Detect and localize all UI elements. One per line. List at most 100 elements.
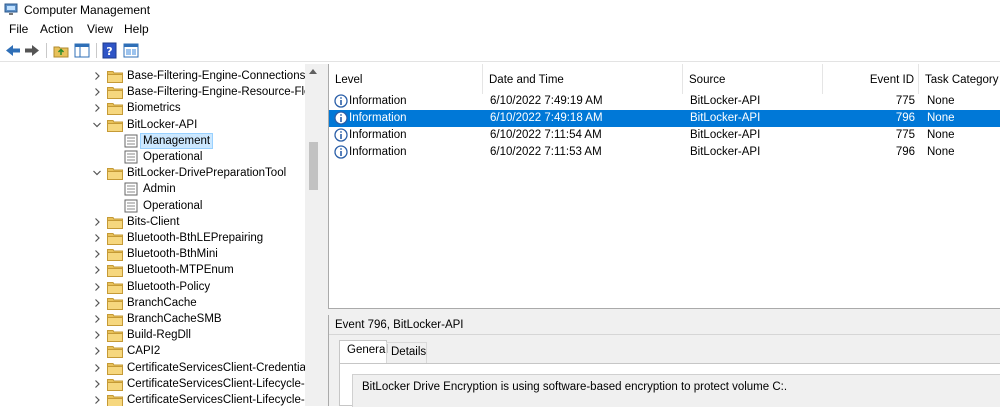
menu-action[interactable]: Action xyxy=(40,22,73,36)
tree-item[interactable]: Bluetooth-BthLEPrepairing xyxy=(0,230,305,246)
chevron-right-icon[interactable] xyxy=(92,395,102,405)
information-icon xyxy=(334,145,348,159)
tree-item[interactable]: Bluetooth-MTPEnum xyxy=(0,262,305,278)
event-description: BitLocker Drive Encryption is using soft… xyxy=(362,381,788,393)
tree-item[interactable]: BranchCache xyxy=(0,295,305,311)
toolbar: ? xyxy=(0,39,1000,62)
tree-item[interactable]: Bluetooth-BthMini xyxy=(0,246,305,262)
tree-item-label: BitLocker-API xyxy=(127,118,198,131)
folder-icon xyxy=(107,87,123,100)
show-hide-tree-icon[interactable] xyxy=(73,42,91,59)
chevron-right-icon[interactable] xyxy=(92,346,102,356)
chevron-right-icon[interactable] xyxy=(92,71,102,81)
event-source: BitLocker-API xyxy=(690,112,761,124)
chevron-right-icon[interactable] xyxy=(92,330,102,340)
tree-item-label: Management xyxy=(139,132,214,149)
tree-item-label: Build-RegDll xyxy=(127,329,191,342)
menu-file[interactable]: File xyxy=(9,22,28,36)
event-row[interactable]: Information 6/10/2022 7:49:19 AM BitLocker… xyxy=(329,93,1000,110)
information-icon xyxy=(334,111,348,125)
tree-item[interactable]: Operational xyxy=(0,149,305,165)
event-source: BitLocker-API xyxy=(690,129,761,141)
event-date-time: 6/10/2022 7:11:54 AM xyxy=(490,129,602,141)
chevron-right-icon[interactable] xyxy=(92,249,102,259)
tree-item[interactable]: CertificateServicesClient-CredentialRo xyxy=(0,360,321,376)
tree-item[interactable]: Bits-Client xyxy=(0,214,305,230)
menu-view[interactable]: View xyxy=(87,22,113,36)
tree-item[interactable]: Bluetooth-Policy xyxy=(0,279,305,295)
column-source[interactable]: Source xyxy=(683,64,823,94)
folder-icon xyxy=(107,297,123,310)
tree-item-label: BranchCacheSMB xyxy=(127,313,222,325)
tree-item-label: CertificateServicesClient-Lifecycle-Us xyxy=(127,394,319,406)
tree-item[interactable]: CAPI2 xyxy=(0,343,305,359)
chevron-right-icon[interactable] xyxy=(92,217,102,227)
tree-item[interactable]: BitLocker-API xyxy=(0,117,305,133)
chevron-right-icon[interactable] xyxy=(92,282,102,292)
column-date-time[interactable]: Date and Time xyxy=(483,64,683,94)
menu-help[interactable]: Help xyxy=(124,22,149,36)
tree-item-label: BranchCache xyxy=(127,296,197,309)
toolbar-separator xyxy=(46,43,47,58)
chevron-right-icon[interactable] xyxy=(92,298,102,308)
chevron-right-icon[interactable] xyxy=(92,265,102,275)
chevron-down-icon[interactable] xyxy=(92,120,102,130)
chevron-down-icon[interactable] xyxy=(92,168,102,178)
tree-item[interactable]: CertificateServicesClient-Lifecycle-Us xyxy=(0,392,319,406)
event-log-icon xyxy=(124,199,138,213)
tree-item-label: Base-Filtering-Engine-Connections xyxy=(127,70,306,82)
event-source: BitLocker-API xyxy=(690,95,761,107)
tree-scrollbar[interactable] xyxy=(305,64,322,406)
folder-icon xyxy=(107,281,123,294)
up-folder-icon[interactable] xyxy=(52,42,70,59)
scroll-up-arrow-icon[interactable] xyxy=(309,69,317,74)
column-event-id[interactable]: Event ID xyxy=(823,64,919,94)
event-log-icon xyxy=(124,150,138,164)
tree-item[interactable]: Build-RegDll xyxy=(0,327,305,343)
folder-icon xyxy=(107,378,123,391)
event-row[interactable]: Information 6/10/2022 7:11:53 AM BitLocker… xyxy=(329,144,1000,161)
help-icon[interactable]: ? xyxy=(101,42,119,59)
tab-general[interactable]: General xyxy=(339,340,388,363)
chevron-right-icon[interactable] xyxy=(92,363,102,373)
tree-item[interactable]: Base-Filtering-Engine-Resource-Flow xyxy=(0,84,319,100)
properties-icon[interactable] xyxy=(122,42,140,59)
tree-item[interactable]: Operational xyxy=(0,198,305,214)
chevron-right-icon[interactable] xyxy=(92,87,102,97)
event-log-icon xyxy=(124,182,138,196)
tree-item[interactable]: Biometrics xyxy=(0,100,305,116)
chevron-right-icon[interactable] xyxy=(92,103,102,113)
event-row[interactable]: Information 6/10/2022 7:49:18 AM BitLocker… xyxy=(329,110,1000,127)
scrollbar-thumb[interactable] xyxy=(309,142,318,190)
information-icon xyxy=(334,94,348,108)
chevron-right-icon[interactable] xyxy=(92,379,102,389)
window-title: Computer Management xyxy=(24,3,151,17)
tree-item[interactable]: Management xyxy=(0,132,305,149)
folder-icon xyxy=(107,119,123,132)
chevron-right-icon[interactable] xyxy=(92,233,102,243)
chevron-right-icon[interactable] xyxy=(92,314,102,324)
event-log-tree[interactable]: Base-Filtering-Engine-Connections Base-Fi… xyxy=(0,64,322,406)
toolbar-separator xyxy=(96,43,97,58)
event-row[interactable]: Information 6/10/2022 7:11:54 AM BitLocker… xyxy=(329,127,1000,144)
forward-icon[interactable] xyxy=(23,42,41,59)
event-id: 796 xyxy=(895,146,915,158)
tree-item[interactable]: Admin xyxy=(0,181,305,197)
tree-item-label: Bluetooth-Policy xyxy=(127,280,211,293)
tree-item-label: Bluetooth-MTPEnum xyxy=(127,264,234,277)
folder-icon xyxy=(107,395,123,406)
tree-item[interactable]: BitLocker-DrivePreparationTool xyxy=(0,165,305,181)
tab-details[interactable]: Details xyxy=(386,342,427,363)
tree-item[interactable]: BranchCacheSMB xyxy=(0,311,305,327)
folder-icon xyxy=(107,168,123,181)
column-level[interactable]: Level xyxy=(329,64,483,94)
tree-item[interactable]: Base-Filtering-Engine-Connections xyxy=(0,68,305,84)
information-icon xyxy=(334,128,348,142)
svg-text:?: ? xyxy=(106,45,112,58)
event-description-box[interactable]: BitLocker Drive Encryption is using soft… xyxy=(352,374,1000,407)
column-task-category[interactable]: Task Category xyxy=(919,64,1000,94)
tree-item[interactable]: CertificateServicesClient-Lifecycle-Sy xyxy=(0,376,318,392)
back-icon[interactable] xyxy=(4,42,22,59)
event-task-category: None xyxy=(927,95,955,107)
folder-icon xyxy=(107,346,123,359)
